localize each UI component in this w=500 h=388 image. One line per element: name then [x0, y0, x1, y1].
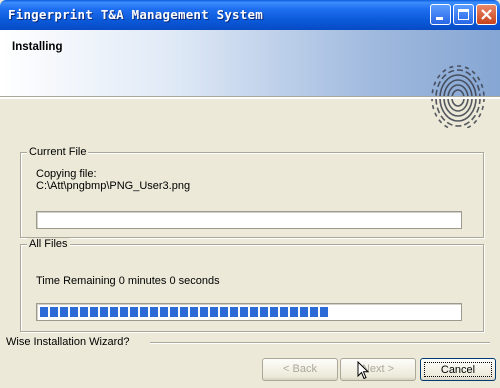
mouse-pointer-icon: [357, 361, 370, 380]
progress-block: [150, 307, 158, 317]
copying-label: Copying file:: [36, 168, 97, 180]
maximize-icon: [458, 9, 469, 20]
current-file-group: Current File Copying file: C:\Att\pngbmp…: [20, 146, 484, 238]
progress-block: [320, 307, 328, 317]
minimize-button[interactable]: [430, 4, 451, 25]
progress-block: [140, 307, 148, 317]
current-file-progress: [36, 211, 462, 229]
close-icon: [481, 9, 492, 20]
back-button[interactable]: < Back: [262, 358, 338, 381]
close-button[interactable]: [476, 4, 497, 25]
time-remaining: Time Remaining 0 minutes 0 seconds: [36, 275, 220, 287]
progress-block: [260, 307, 268, 317]
window-title: Fingerprint T&A Management System: [8, 7, 263, 22]
page-title: Installing: [12, 41, 63, 53]
all-files-legend: All Files: [27, 238, 70, 250]
installer-window: Fingerprint T&A Management System Instal…: [0, 0, 500, 388]
progress-block: [280, 307, 288, 317]
progress-block: [220, 307, 228, 317]
progress-block: [200, 307, 208, 317]
progress-block: [250, 307, 258, 317]
progress-block: [90, 307, 98, 317]
current-file-path: C:\Att\pngbmp\PNG_User3.png: [36, 180, 191, 192]
progress-block: [230, 307, 238, 317]
progress-block: [70, 307, 78, 317]
progress-block: [300, 307, 308, 317]
cancel-label: Cancel: [424, 362, 492, 377]
next-button[interactable]: Next >: [340, 358, 416, 381]
maximize-button[interactable]: [453, 4, 474, 25]
progress-block: [130, 307, 138, 317]
wizard-header: Installing: [0, 30, 500, 128]
progress-block: [50, 307, 58, 317]
progress-block: [210, 307, 218, 317]
all-files-group: All Files Time Remaining 0 minutes 0 sec…: [20, 238, 484, 332]
progress-block: [160, 307, 168, 317]
current-file-legend: Current File: [27, 146, 89, 158]
cancel-button[interactable]: Cancel: [420, 358, 496, 381]
progress-block: [80, 307, 88, 317]
title-bar[interactable]: Fingerprint T&A Management System: [0, 0, 500, 30]
progress-block: [100, 307, 108, 317]
brand-label: Wise Installation Wizard?: [6, 336, 133, 348]
minimize-icon: [436, 17, 443, 20]
progress-block: [190, 307, 198, 317]
progress-block: [270, 307, 278, 317]
progress-block: [110, 307, 118, 317]
progress-block: [40, 307, 48, 317]
all-files-progress: [36, 303, 462, 321]
progress-block: [120, 307, 128, 317]
progress-block: [290, 307, 298, 317]
footer-divider: [150, 342, 490, 344]
progress-block: [60, 307, 68, 317]
all-files-progress-fill: [40, 307, 328, 317]
progress-block: [310, 307, 318, 317]
header-separator: [0, 96, 500, 99]
progress-block: [240, 307, 248, 317]
progress-block: [180, 307, 188, 317]
progress-block: [170, 307, 178, 317]
